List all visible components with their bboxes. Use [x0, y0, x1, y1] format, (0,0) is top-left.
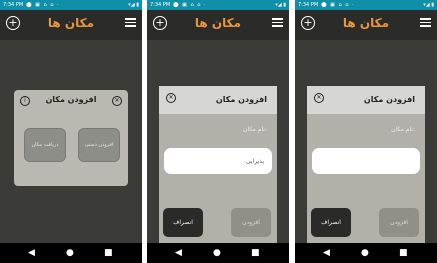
- dialog-header: i افزودن مکان ✕: [14, 90, 128, 112]
- page-title: مکان ها: [194, 16, 242, 30]
- hamburger-menu-icon[interactable]: [272, 18, 283, 27]
- place-name-input[interactable]: [164, 148, 272, 174]
- dialog-title: افزودن مکان: [215, 95, 267, 104]
- cancel-button[interactable]: انصراف: [163, 208, 203, 237]
- dialog-header: ✕ افزودن مکان: [307, 86, 425, 114]
- add-place-options-dialog: i افزودن مکان ✕ دریافت مکان افزودن دستی: [14, 90, 128, 186]
- add-place-dialog: ✕ افزودن مکان نام مکان: انصراف افزودن: [159, 86, 277, 246]
- hamburger-menu-icon[interactable]: [420, 18, 431, 27]
- dialog-title: افزودن مکان: [45, 95, 97, 104]
- close-circle-icon[interactable]: ✕: [314, 93, 324, 103]
- place-name-label: نام مکان:: [243, 126, 267, 133]
- navigation-bar: ◀ ● ■: [147, 243, 289, 263]
- page-title: مکان ها: [342, 16, 390, 30]
- add-button[interactable]: افزودن: [231, 208, 271, 237]
- status-time: 7:34 PM: [298, 2, 319, 8]
- system-icons: ▾◢ ▮: [275, 2, 286, 8]
- phone-screen-3: 7:34 PM ⬤ ▣ ⌂ ⌂ · ▾◢ ▮ + مکان ها ✕ افزود…: [295, 0, 437, 263]
- navigation-bar: ◀ ● ■: [295, 243, 437, 263]
- app-bar: + مکان ها: [0, 10, 142, 40]
- back-triangle-icon[interactable]: ◀: [323, 247, 330, 259]
- cancel-button[interactable]: انصراف: [311, 208, 351, 237]
- recent-square-icon[interactable]: ■: [104, 247, 113, 259]
- home-dot-icon[interactable]: ●: [361, 247, 369, 259]
- page-title: مکان ها: [47, 16, 95, 30]
- place-name-label: نام مکان:: [391, 126, 415, 133]
- manual-add-button[interactable]: افزودن دستی: [78, 128, 120, 162]
- back-triangle-icon[interactable]: ◀: [28, 247, 35, 259]
- close-circle-icon[interactable]: ✕: [112, 96, 122, 106]
- fetch-place-button[interactable]: دریافت مکان: [24, 128, 66, 162]
- notification-icons: ⬤ ▣ ⌂ ⌂ ·: [321, 2, 355, 8]
- notification-icons: ⬤ ▣ ⌂ ⌂ ·: [26, 2, 60, 8]
- status-time: 7:34 PM: [150, 2, 171, 8]
- app-bar: + مکان ها: [295, 10, 437, 40]
- add-button[interactable]: افزودن: [379, 208, 419, 237]
- status-bar: 7:34 PM ⬤ ▣ ⌂ ⌂ · ▾◢ ▮: [147, 0, 289, 10]
- back-triangle-icon[interactable]: ◀: [175, 247, 182, 259]
- dialog-title: افزودن مکان: [363, 95, 415, 104]
- add-place-dialog: ✕ افزودن مکان نام مکان: انصراف افزودن: [307, 86, 425, 246]
- close-circle-icon[interactable]: ✕: [166, 93, 176, 103]
- notification-icons: ⬤ ▣ ⌂ ⌂ ·: [173, 2, 207, 8]
- status-bar: 7:34 PM ⬤ ▣ ⌂ ⌂ · ▾◢ ▮: [0, 0, 142, 10]
- status-time: 7:34 PM: [3, 2, 24, 8]
- place-name-input[interactable]: [312, 148, 420, 174]
- navigation-bar: ◀ ● ■: [0, 243, 142, 263]
- hamburger-menu-icon[interactable]: [125, 18, 136, 27]
- home-dot-icon[interactable]: ●: [66, 247, 74, 259]
- phone-screen-2: 7:34 PM ⬤ ▣ ⌂ ⌂ · ▾◢ ▮ + مکان ها ✕ افزود…: [147, 0, 289, 263]
- dialog-header: ✕ افزودن مکان: [159, 86, 277, 114]
- status-bar: 7:34 PM ⬤ ▣ ⌂ ⌂ · ▾◢ ▮: [295, 0, 437, 10]
- system-icons: ▾◢ ▮: [423, 2, 434, 8]
- app-bar: + مکان ها: [147, 10, 289, 40]
- phone-screen-1: 7:34 PM ⬤ ▣ ⌂ ⌂ · ▾◢ ▮ + مکان ها i افزود…: [0, 0, 142, 263]
- recent-square-icon[interactable]: ■: [251, 247, 260, 259]
- system-icons: ▾◢ ▮: [128, 2, 139, 8]
- recent-square-icon[interactable]: ■: [399, 247, 408, 259]
- home-dot-icon[interactable]: ●: [213, 247, 221, 259]
